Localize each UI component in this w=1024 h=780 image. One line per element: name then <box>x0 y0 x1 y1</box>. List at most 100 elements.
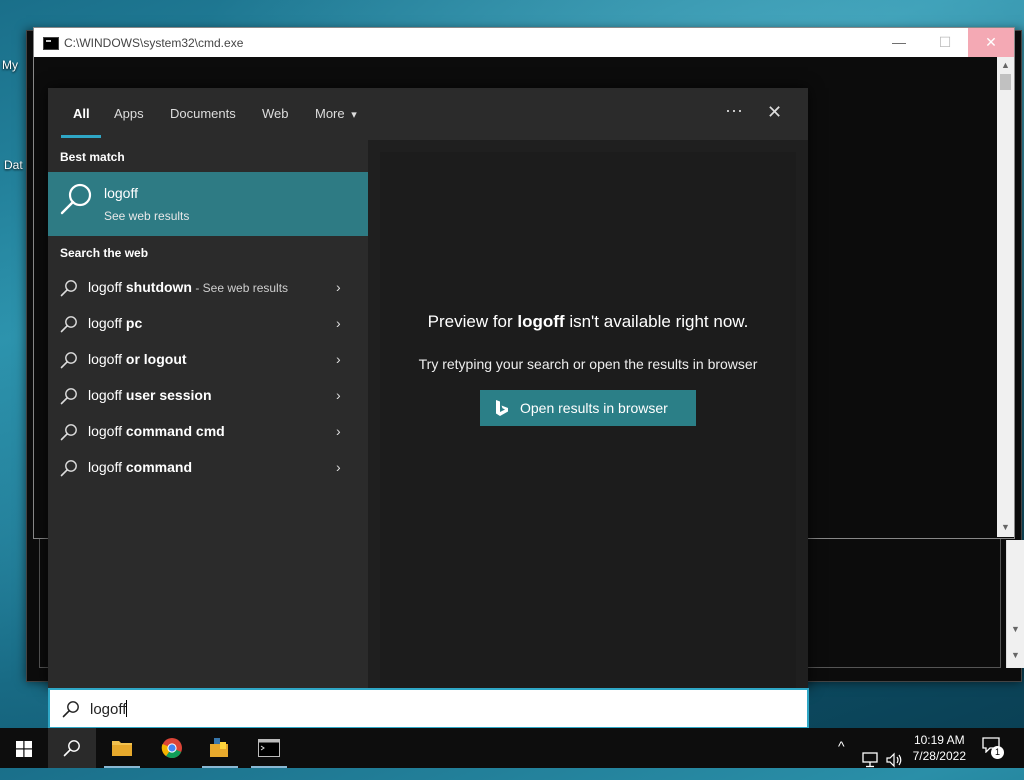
web-result-term: or logout <box>125 351 187 367</box>
maximize-button[interactable]: ☐ <box>922 28 968 57</box>
search-query-text: logoff <box>90 701 127 718</box>
web-result-item[interactable]: logoff user session › <box>48 378 368 414</box>
best-match-heading: Best match <box>60 150 125 164</box>
web-result-item[interactable]: logoff command cmd › <box>48 414 368 450</box>
minimize-button[interactable]: — <box>876 28 922 57</box>
web-result-label: logoff user session <box>88 387 212 403</box>
web-result-suffix: - See web results <box>192 281 289 295</box>
preview-title-prefix: Preview for <box>427 312 518 331</box>
search-icon <box>60 316 77 333</box>
web-result-term: command cmd <box>125 423 225 439</box>
taskbar-search-button[interactable] <box>48 728 96 768</box>
web-result-term: pc <box>125 315 143 331</box>
clock-date: 7/28/2022 <box>912 749 966 763</box>
web-result-term: user session <box>125 387 212 403</box>
background-scrollbar[interactable]: ▼ ▼ <box>1006 540 1024 668</box>
web-result-label: logoff command cmd <box>88 423 225 439</box>
tab-web[interactable]: Web <box>262 106 289 121</box>
web-result-prefix: logoff <box>88 351 126 367</box>
desktop-icon-label[interactable]: My <box>2 58 18 72</box>
best-match-item[interactable]: logoff See web results <box>48 172 368 236</box>
volume-icon[interactable] <box>886 740 904 780</box>
chevron-right-icon[interactable]: › <box>336 423 341 439</box>
chevron-down-icon: ▾ <box>351 109 357 121</box>
search-icon <box>63 740 80 757</box>
scroll-down-icon[interactable]: ▼ <box>1007 624 1024 634</box>
text-caret <box>126 700 128 717</box>
best-match-subtitle: See web results <box>104 209 190 223</box>
search-icon <box>60 183 92 215</box>
chevron-right-icon[interactable]: › <box>336 351 341 367</box>
tab-more[interactable]: More ▾ <box>315 106 357 121</box>
chrome-icon <box>161 738 182 759</box>
start-search-panel: All Apps Documents Web More ▾ ··· ✕ Best… <box>48 88 808 688</box>
start-button[interactable] <box>0 728 48 768</box>
more-options-icon[interactable]: ··· <box>725 100 743 121</box>
web-result-prefix: logoff <box>88 387 126 403</box>
search-icon <box>62 701 79 718</box>
tab-more-label: More <box>315 106 345 121</box>
web-result-term: command <box>125 459 193 475</box>
best-match-title: logoff <box>104 185 138 201</box>
search-icon <box>60 280 77 297</box>
folder-icon <box>112 741 132 756</box>
python-folder-icon <box>210 738 228 757</box>
search-tabs-bar: All Apps Documents Web More ▾ ··· ✕ <box>48 88 808 140</box>
bing-icon <box>496 400 508 416</box>
web-result-label: logoff command <box>88 459 192 475</box>
scroll-down-icon[interactable]: ▼ <box>997 522 1014 532</box>
notification-count-badge: 1 <box>991 746 1004 759</box>
search-icon <box>60 352 77 369</box>
scrollbar-thumb[interactable] <box>1000 74 1011 90</box>
web-result-prefix: logoff <box>88 459 126 475</box>
search-query: logoff <box>90 700 128 718</box>
taskbar-cmd[interactable] <box>245 728 293 768</box>
taskbar-chrome[interactable] <box>148 728 196 768</box>
search-icon <box>60 460 77 477</box>
web-result-item[interactable]: logoff shutdown - See web results › <box>48 270 368 306</box>
taskbar-python-app[interactable] <box>196 728 244 768</box>
tab-documents[interactable]: Documents <box>170 106 236 121</box>
chevron-right-icon[interactable]: › <box>336 315 341 331</box>
notification-center-button[interactable]: 1 <box>982 737 1004 759</box>
chevron-right-icon[interactable]: › <box>336 279 341 295</box>
cmd-scrollbar[interactable]: ▲ ▼ <box>997 57 1014 537</box>
tray-chevron-icon[interactable]: ^ <box>838 738 845 778</box>
web-result-item[interactable]: logoff or logout › <box>48 342 368 378</box>
tab-all[interactable]: All <box>73 106 90 121</box>
search-input[interactable]: logoff <box>48 688 809 729</box>
web-result-prefix: logoff <box>88 279 126 295</box>
preview-title-term: logoff <box>517 312 565 331</box>
web-result-item[interactable]: logoff pc › <box>48 306 368 342</box>
open-results-label: Open results in browser <box>520 400 668 416</box>
search-web-heading: Search the web <box>60 246 149 260</box>
desktop-icon-label[interactable]: Dat <box>4 158 23 172</box>
search-icon <box>60 424 77 441</box>
chevron-right-icon[interactable]: › <box>336 459 341 475</box>
web-result-item[interactable]: logoff command › <box>48 450 368 486</box>
scroll-down-icon[interactable]: ▼ <box>1007 650 1024 660</box>
cmd-title: C:\WINDOWS\system32\cmd.exe <box>64 36 244 50</box>
taskbar: ^ 10:19 AM 7/28/2022 1 <box>0 728 1024 768</box>
scroll-up-icon[interactable]: ▲ <box>997 60 1014 70</box>
active-tab-indicator <box>61 135 101 138</box>
web-result-term: shutdown <box>125 279 192 295</box>
web-result-prefix: logoff <box>88 423 126 439</box>
web-result-prefix: logoff <box>88 315 126 331</box>
close-button[interactable]: ✕ <box>968 28 1014 57</box>
web-result-label: logoff shutdown - See web results <box>88 279 288 295</box>
results-list: Best match logoff See web results Search… <box>48 140 368 688</box>
tab-apps[interactable]: Apps <box>114 106 144 121</box>
network-icon[interactable] <box>862 740 880 780</box>
web-result-label: logoff pc <box>88 315 142 331</box>
preview-title: Preview for logoff isn't available right… <box>380 312 796 332</box>
close-search-button[interactable]: ✕ <box>767 102 782 123</box>
cmd-titlebar[interactable]: C:\WINDOWS\system32\cmd.exe — ☐ ✕ <box>34 28 1014 57</box>
preview-subtitle: Try retyping your search or open the res… <box>418 356 758 372</box>
web-result-label: logoff or logout <box>88 351 187 367</box>
taskbar-file-explorer[interactable] <box>98 728 146 768</box>
clock[interactable]: 10:19 AM 7/28/2022 <box>913 732 966 764</box>
open-results-in-browser-button[interactable]: Open results in browser <box>480 390 696 426</box>
chevron-right-icon[interactable]: › <box>336 387 341 403</box>
search-icon <box>60 388 77 405</box>
